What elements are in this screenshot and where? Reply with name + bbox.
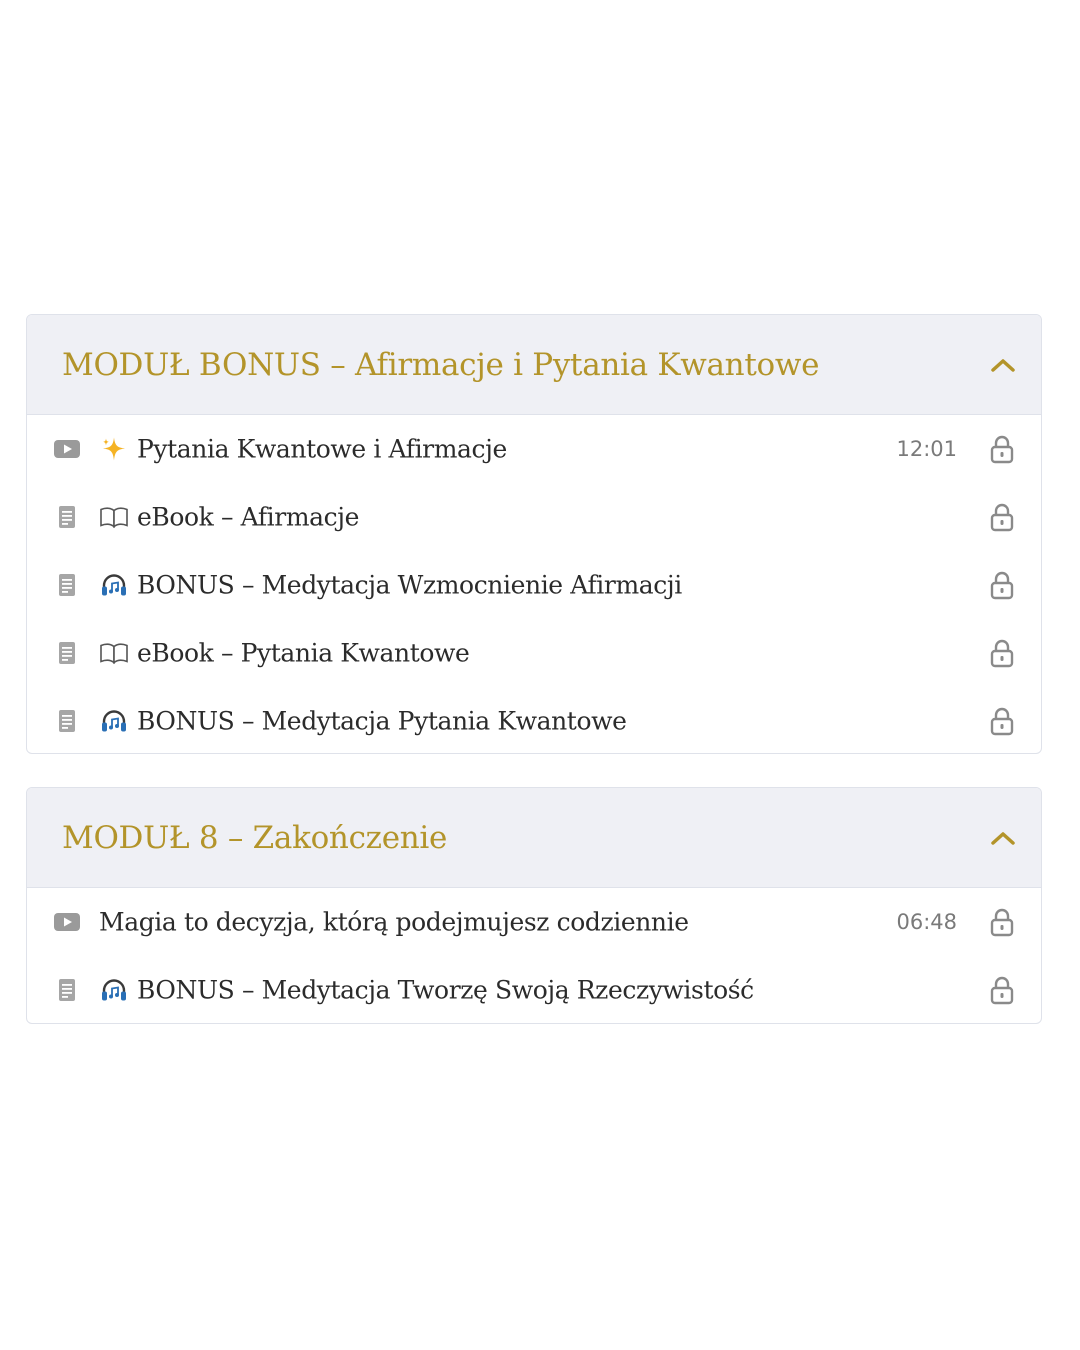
lesson-list: Pytania Kwantowe i Afirmacje 12:01 eBook… xyxy=(27,415,1041,753)
lesson-item[interactable]: BONUS – Medytacja Pytania Kwantowe xyxy=(27,687,1041,753)
lesson-list: Magia to decyzja, którą podejmujesz codz… xyxy=(27,888,1041,1023)
chevron-up-icon[interactable] xyxy=(989,351,1017,379)
lesson-title: BONUS – Medytacja Pytania Kwantowe xyxy=(137,706,627,736)
module-title: MODUŁ 8 – Zakończenie xyxy=(62,819,448,856)
lock-icon xyxy=(989,638,1015,668)
lesson-title: Pytania Kwantowe i Afirmacje xyxy=(137,434,507,464)
lock-icon xyxy=(989,570,1015,600)
lesson-title: eBook – Afirmacje xyxy=(137,502,359,532)
document-icon xyxy=(53,979,81,1001)
lesson-item[interactable]: Pytania Kwantowe i Afirmacje 12:01 xyxy=(27,415,1041,483)
headphones-icon xyxy=(99,707,129,735)
chevron-up-icon[interactable] xyxy=(989,824,1017,852)
lesson-title: eBook – Pytania Kwantowe xyxy=(137,638,470,668)
play-icon xyxy=(53,438,81,460)
module-header[interactable]: MODUŁ BONUS – Afirmacje i Pytania Kwanto… xyxy=(27,315,1041,415)
lock-icon xyxy=(989,434,1015,464)
lesson-title: Magia to decyzja, którą podejmujesz codz… xyxy=(99,907,689,937)
document-icon xyxy=(53,506,81,528)
lock-icon xyxy=(989,907,1015,937)
lock-icon xyxy=(989,502,1015,532)
document-icon xyxy=(53,642,81,664)
module-header[interactable]: MODUŁ 8 – Zakończenie xyxy=(27,788,1041,888)
document-icon xyxy=(53,710,81,732)
lesson-title: BONUS – Medytacja Wzmocnienie Afirmacji xyxy=(137,570,682,600)
module-card: MODUŁ BONUS – Afirmacje i Pytania Kwanto… xyxy=(26,314,1042,754)
play-icon xyxy=(53,911,81,933)
module-card: MODUŁ 8 – Zakończenie Magia to decyzja, … xyxy=(26,787,1042,1024)
book-icon xyxy=(99,639,129,667)
lesson-item[interactable]: Magia to decyzja, którą podejmujesz codz… xyxy=(27,888,1041,956)
sparkles-icon xyxy=(99,435,129,463)
lesson-title: BONUS – Medytacja Tworzę Swoją Rzeczywis… xyxy=(137,975,754,1005)
lock-icon xyxy=(989,975,1015,1005)
lesson-item[interactable]: eBook – Afirmacje xyxy=(27,483,1041,551)
lesson-duration: 06:48 xyxy=(896,910,957,934)
headphones-icon xyxy=(99,571,129,599)
headphones-icon xyxy=(99,976,129,1004)
module-title: MODUŁ BONUS – Afirmacje i Pytania Kwanto… xyxy=(62,346,820,383)
document-icon xyxy=(53,574,81,596)
lesson-item[interactable]: BONUS – Medytacja Wzmocnienie Afirmacji xyxy=(27,551,1041,619)
lock-icon xyxy=(989,706,1015,736)
book-icon xyxy=(99,503,129,531)
lesson-item[interactable]: eBook – Pytania Kwantowe xyxy=(27,619,1041,687)
lesson-duration: 12:01 xyxy=(896,437,957,461)
lesson-item[interactable]: BONUS – Medytacja Tworzę Swoją Rzeczywis… xyxy=(27,956,1041,1023)
